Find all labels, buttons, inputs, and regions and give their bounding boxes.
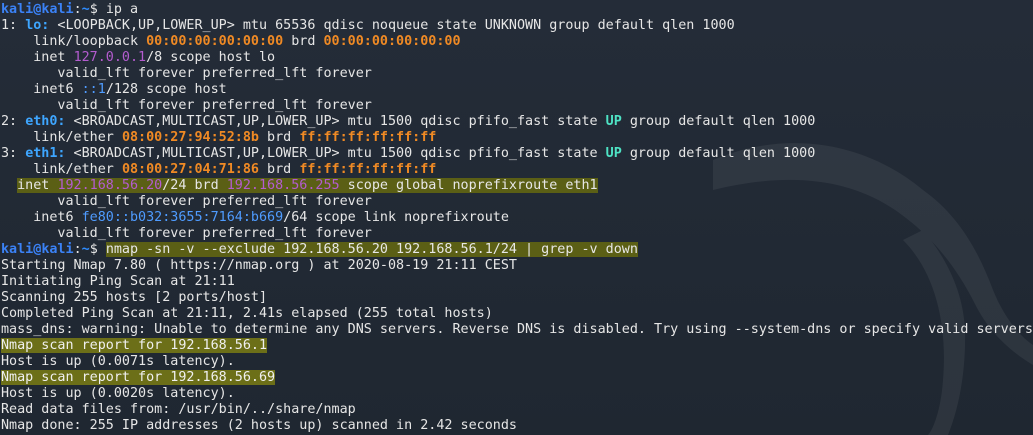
command-text: ip a xyxy=(105,2,139,17)
ipv4-address: 192.168.56.20 xyxy=(57,178,163,193)
output-line-14: valid_lft forever preferred_lft forever xyxy=(1,226,372,241)
interface-state: UP xyxy=(605,114,622,129)
output-line-3: inet 127.0.0.1/8 scope host lo xyxy=(1,50,276,65)
output-line-10: link/ether 08:00:27:04:71:86 brd ff:ff:f… xyxy=(1,162,437,177)
output-line-2: link/loopback 00:00:00:00:00:00 brd 00:0… xyxy=(1,34,461,49)
output-line-20: mass_dns: warning: Unable to determine a… xyxy=(1,322,1033,337)
prompt-line-2: kali@kali:~$ nmap -sn -v --exclude 192.1… xyxy=(1,242,638,257)
output-line-6: valid_lft forever preferred_lft forever xyxy=(1,98,372,113)
output-line-4: valid_lft forever preferred_lft forever xyxy=(1,66,372,81)
command-text-highlighted: nmap -sn -v --exclude 192.168.56.20 192.… xyxy=(105,242,638,257)
mac-address: 08:00:27:94:52:8b xyxy=(121,130,259,145)
output-line-12: valid_lft forever preferred_lft forever xyxy=(1,194,372,209)
output-line-5: inet6 ::1/128 scope host xyxy=(1,82,227,97)
prompt-path: ~ xyxy=(81,2,90,17)
prompt-line-1: kali@kali:~$ ip a xyxy=(1,2,139,17)
output-line-26: Nmap done: 255 IP addresses (2 hosts up)… xyxy=(1,418,517,433)
terminal-window[interactable]: kali@kali:~$ ip a 1: lo: <LOOPBACK,UP,LO… xyxy=(0,0,1033,435)
highlighted-scan-report-1: Nmap scan report for 192.168.56.1 xyxy=(1,338,268,353)
output-line-22: Host is up (0.0071s latency). xyxy=(1,354,235,369)
output-line-19: Completed Ping Scan at 21:11, 2.41s elap… xyxy=(1,306,493,321)
interface-state: UP xyxy=(605,146,622,161)
output-line-1: 1: lo: <LOOPBACK,UP,LOWER_UP> mtu 65536 … xyxy=(1,18,735,33)
prompt-user: kali xyxy=(1,2,34,17)
interface-name: eth1: xyxy=(25,146,66,161)
mac-address: 00:00:00:00:00:00 xyxy=(146,34,284,49)
output-line-23: Nmap scan report for 192.168.56.69 xyxy=(1,370,1033,386)
interface-name: eth0: xyxy=(25,114,66,129)
interface-name: lo: xyxy=(25,18,50,33)
output-line-9: 3: eth1: <BROADCAST,MULTICAST,UP,LOWER_U… xyxy=(1,146,816,161)
highlighted-scan-report-2: Nmap scan report for 192.168.56.69 xyxy=(1,370,276,385)
ipv4-address: 127.0.0.1 xyxy=(73,50,147,65)
prompt-symbol: $ xyxy=(89,242,98,257)
ipv6-address: fe80::b032:3655:7164:b669 xyxy=(81,210,284,225)
highlighted-inet-line: inet 192.168.56.20/24 brd 192.168.56.255… xyxy=(17,178,598,193)
terminal-output: kali@kali:~$ ip a 1: lo: <LOOPBACK,UP,LO… xyxy=(1,2,1033,434)
ipv6-address: ::1 xyxy=(81,82,106,97)
broadcast-mac-address: ff:ff:ff:ff:ff:ff xyxy=(299,162,437,177)
prompt-user: kali xyxy=(1,242,34,257)
mac-address: 08:00:27:04:71:86 xyxy=(121,162,259,177)
prompt-host: kali xyxy=(41,242,74,257)
output-line-11: inet 192.168.56.20/24 brd 192.168.56.255… xyxy=(1,178,1033,194)
output-line-25: Read data files from: /usr/bin/../share/… xyxy=(1,402,356,417)
broadcast-mac-address: 00:00:00:00:00:00 xyxy=(323,34,461,49)
broadcast-mac-address: ff:ff:ff:ff:ff:ff xyxy=(299,130,437,145)
output-line-17: Initiating Ping Scan at 21:11 xyxy=(1,274,235,289)
prompt-symbol: $ xyxy=(89,2,98,17)
output-line-7: 2: eth0: <BROADCAST,MULTICAST,UP,LOWER_U… xyxy=(1,114,816,129)
output-line-21: Nmap scan report for 192.168.56.1 xyxy=(1,338,1033,354)
output-line-8: link/ether 08:00:27:94:52:8b brd ff:ff:f… xyxy=(1,130,437,145)
output-line-16: Starting Nmap 7.80 ( https://nmap.org ) … xyxy=(1,258,517,273)
output-line-18: Scanning 255 hosts [2 ports/host] xyxy=(1,290,268,305)
output-line-13: inet6 fe80::b032:3655:7164:b669/64 scope… xyxy=(1,210,509,225)
broadcast-address: 192.168.56.255 xyxy=(226,178,340,193)
prompt-path: ~ xyxy=(81,242,90,257)
prompt-host: kali xyxy=(41,2,74,17)
output-line-24: Host is up (0.0020s latency). xyxy=(1,386,235,401)
